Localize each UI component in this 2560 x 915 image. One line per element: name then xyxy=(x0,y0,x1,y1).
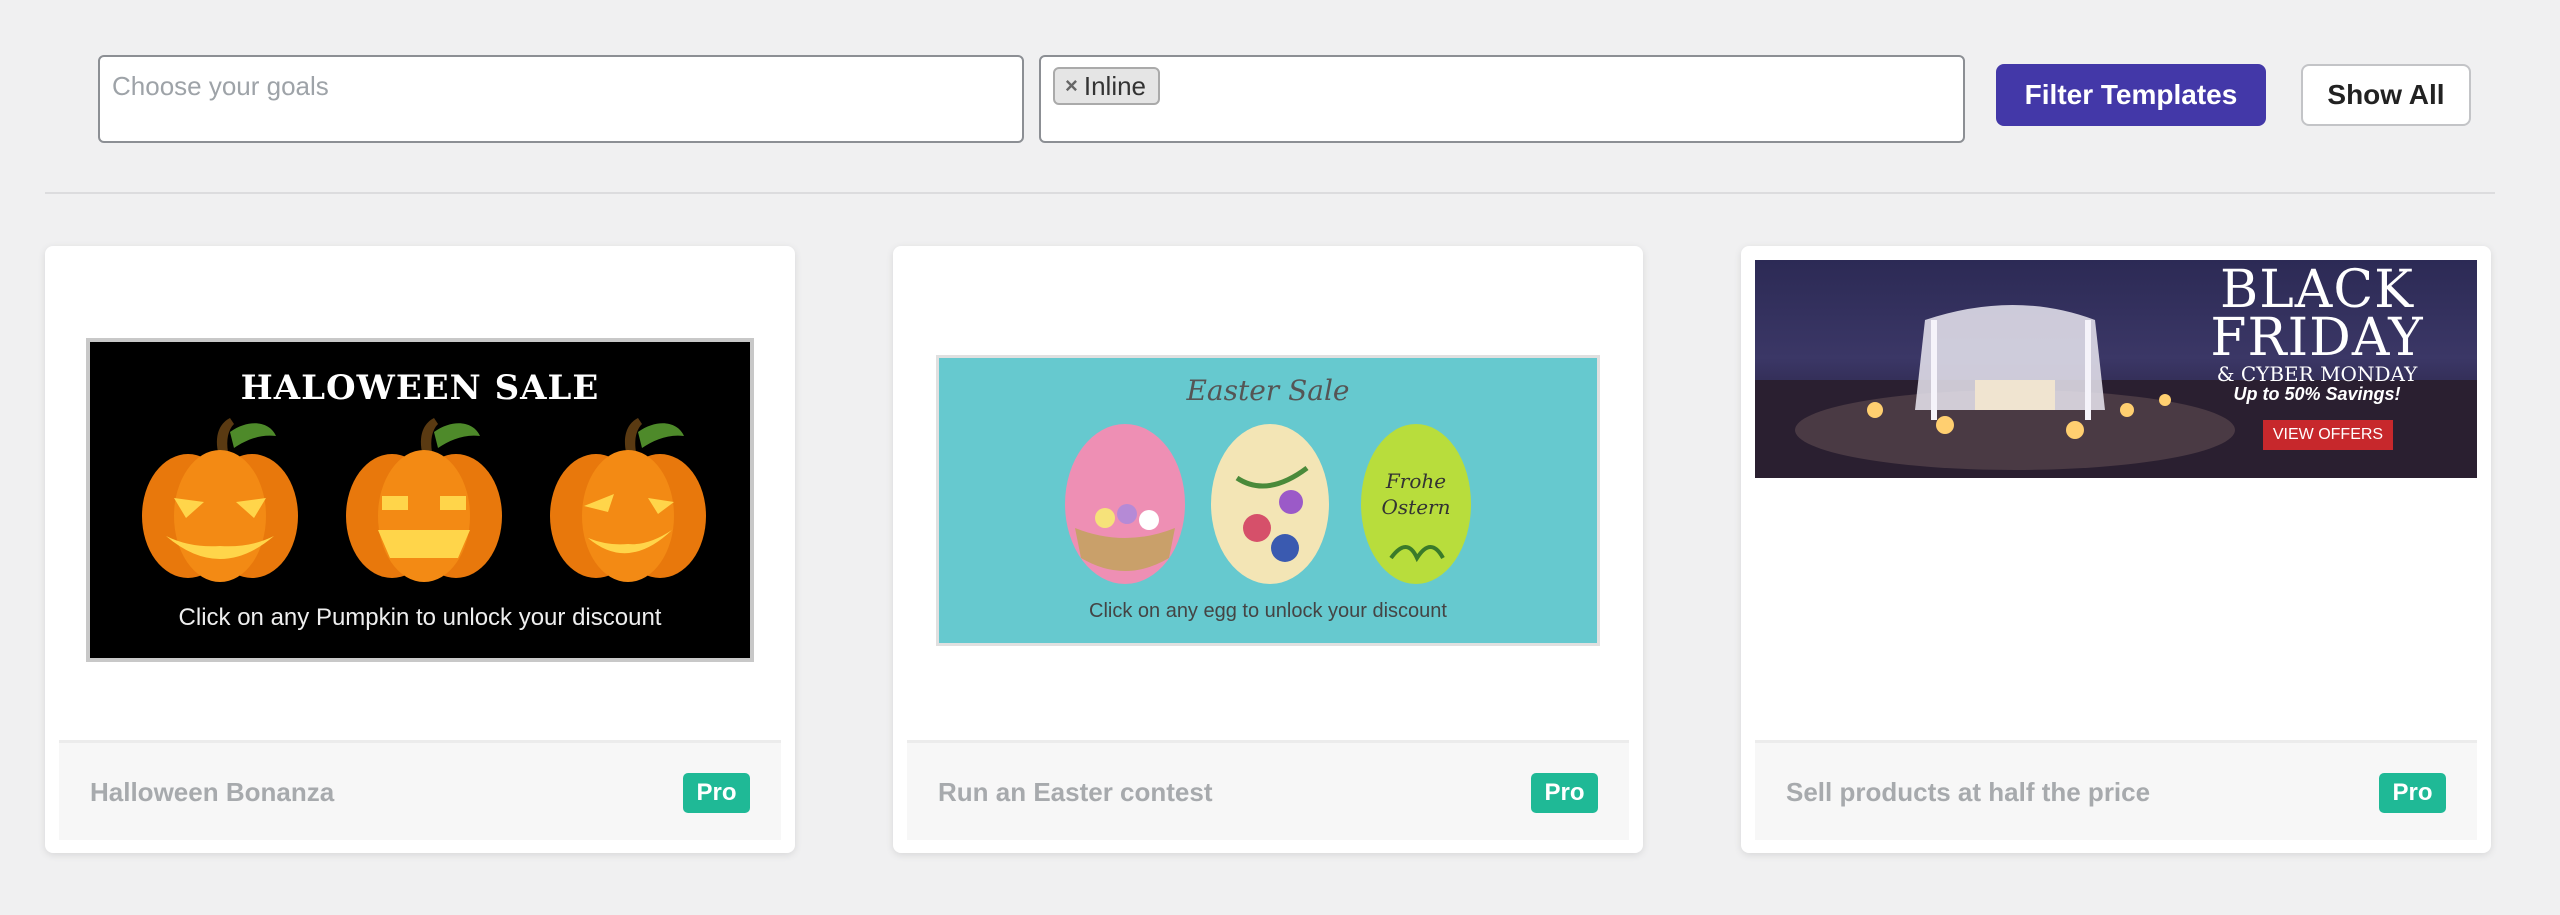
easter-banner-image: Easter Sale Frohe Ostern Click on any eg… xyxy=(936,355,1600,646)
egg-text-1: Frohe xyxy=(1385,469,1446,493)
selected-type-chip: × Inline xyxy=(1053,67,1161,105)
template-title: Run an Easter contest xyxy=(938,777,1213,807)
template-title: Halloween Bonanza xyxy=(90,777,335,807)
chip-label: Inline xyxy=(1083,70,1147,101)
template-preview[interactable]: HALOWEEN SALE Click on any Pumpkin to un… xyxy=(45,246,795,740)
banner-line-2: FRIDAY xyxy=(2210,308,2424,368)
goals-placeholder: Choose your goals xyxy=(112,71,329,101)
halloween-banner-image: HALOWEEN SALE Click on any Pumpkin to un… xyxy=(86,338,754,662)
card-footer: Halloween Bonanza Pro xyxy=(59,740,781,840)
egg-icon xyxy=(1065,424,1185,584)
banner-line-3: & CYBER MONDAY xyxy=(2216,362,2418,386)
banner-title: BLACK FRIDAY xyxy=(2187,260,2447,368)
black-friday-banner-image: BLACK FRIDAY & CYBER MONDAY Up to 50% Sa… xyxy=(1755,260,2477,478)
template-preview[interactable]: Easter Sale Frohe Ostern Click on any eg… xyxy=(893,246,1643,740)
card-footer: Run an Easter contest Pro xyxy=(907,740,1629,840)
pro-badge: Pro xyxy=(1531,773,1598,813)
goals-select[interactable]: Choose your goals xyxy=(98,55,1024,143)
template-title: Sell products at half the price xyxy=(1786,777,2151,807)
view-offers-button: VIEW OFFERS xyxy=(2263,420,2393,450)
pro-badge: Pro xyxy=(683,773,750,813)
banner-line-1: BLACK xyxy=(2220,260,2414,320)
template-card-black-friday[interactable]: BLACK FRIDAY & CYBER MONDAY Up to 50% Sa… xyxy=(1741,246,2491,853)
egg-icon xyxy=(1211,424,1329,584)
pumpkin-icon xyxy=(550,418,706,582)
pumpkin-icon xyxy=(346,418,502,582)
show-all-button[interactable]: Show All xyxy=(2301,64,2471,126)
banner-line-4: Up to 50% Savings! xyxy=(2233,384,2401,404)
filter-bar: Choose your goals × Inline Filter Templa… xyxy=(0,0,2560,195)
card-footer: Sell products at half the price Pro xyxy=(1755,740,2477,840)
banner-subtitle: Click on any Pumpkin to unlock your disc… xyxy=(178,604,662,631)
egg-text-2: Ostern xyxy=(1382,495,1451,519)
pro-badge: Pro xyxy=(2379,773,2446,813)
egg-icon: Frohe Ostern xyxy=(1361,424,1471,584)
filter-templates-button[interactable]: Filter Templates xyxy=(1996,64,2266,126)
divider xyxy=(45,192,2495,194)
template-card-halloween[interactable]: HALOWEEN SALE Click on any Pumpkin to un… xyxy=(45,246,795,853)
template-type-select[interactable]: × Inline xyxy=(1039,55,1965,143)
remove-chip-icon[interactable]: × xyxy=(1065,73,1078,99)
banner-title: Easter Sale xyxy=(1186,374,1350,407)
pumpkin-icon xyxy=(142,418,298,582)
template-card-easter[interactable]: Easter Sale Frohe Ostern Click on any eg… xyxy=(893,246,1643,853)
banner-subtitle: Click on any egg to unlock your discount xyxy=(1089,600,1447,622)
template-preview[interactable]: BLACK FRIDAY & CYBER MONDAY Up to 50% Sa… xyxy=(1741,246,2491,740)
banner-title: HALOWEEN SALE xyxy=(240,368,600,408)
